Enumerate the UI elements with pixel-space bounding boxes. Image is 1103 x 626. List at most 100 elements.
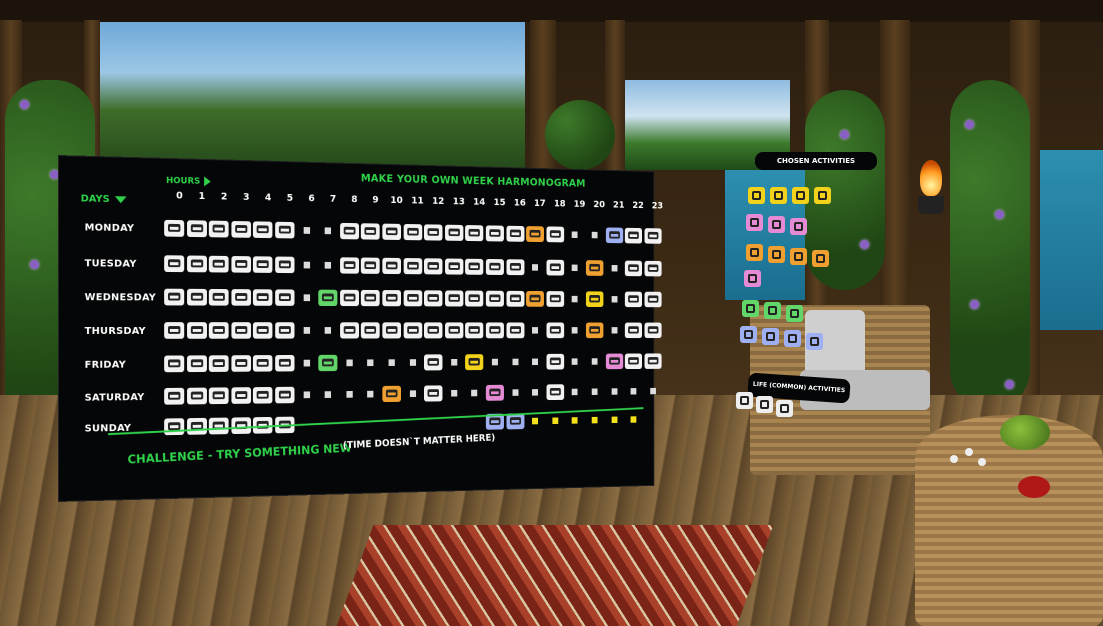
activity-cell[interactable]: [624, 291, 643, 308]
empty-slot[interactable]: [572, 264, 578, 272]
sleep-cell[interactable]: [275, 289, 295, 306]
work-cell[interactable]: [403, 223, 422, 241]
activity-cell[interactable]: [605, 227, 623, 244]
activity-cell[interactable]: [506, 413, 525, 430]
sleep-cell[interactable]: [275, 386, 295, 404]
work-cell[interactable]: [485, 290, 504, 307]
work-cell[interactable]: [546, 322, 564, 339]
work-cell[interactable]: [403, 290, 422, 307]
work-cell[interactable]: [546, 384, 564, 401]
sleep-cell[interactable]: [209, 417, 229, 435]
empty-slot[interactable]: [324, 327, 332, 334]
sleep-cell[interactable]: [186, 417, 207, 435]
chosen-activity-icon[interactable]: [746, 214, 763, 231]
sleep-cell[interactable]: [186, 355, 207, 373]
empty-slot[interactable]: [532, 327, 539, 334]
empty-slot[interactable]: [303, 391, 310, 399]
activity-cell[interactable]: [624, 227, 643, 244]
chosen-activity-icon[interactable]: [762, 328, 779, 345]
sleep-cell[interactable]: [231, 220, 251, 238]
work-cell[interactable]: [424, 258, 443, 275]
work-cell[interactable]: [424, 385, 443, 402]
empty-slot[interactable]: [512, 389, 519, 396]
empty-slot[interactable]: [591, 388, 598, 395]
sleep-cell[interactable]: [231, 289, 251, 306]
chosen-activity-icon[interactable]: [790, 218, 807, 235]
activity-cell[interactable]: [644, 260, 662, 277]
melon[interactable]: [1000, 415, 1050, 450]
life-activity-icon[interactable]: [776, 400, 793, 417]
empty-slot[interactable]: [450, 389, 458, 397]
activity-cell[interactable]: [382, 385, 402, 403]
activity-cell[interactable]: [585, 260, 604, 276]
work-cell[interactable]: [465, 322, 484, 339]
empty-slot[interactable]: [512, 358, 519, 366]
work-cell[interactable]: [485, 225, 504, 242]
empty-slot[interactable]: [471, 389, 478, 397]
empty-slot[interactable]: [346, 359, 353, 367]
sleep-cell[interactable]: [253, 355, 273, 372]
empty-slot[interactable]: [303, 294, 310, 302]
sleep-cell[interactable]: [164, 355, 185, 373]
empty-slot[interactable]: [650, 387, 656, 395]
empty-slot[interactable]: [303, 261, 310, 269]
work-cell[interactable]: [382, 290, 402, 307]
sleep-cell[interactable]: [231, 256, 251, 273]
ping-pong-ball[interactable]: [978, 458, 986, 466]
activity-cell[interactable]: [624, 322, 643, 339]
empty-slot[interactable]: [303, 227, 310, 234]
sleep-cell[interactable]: [209, 355, 229, 372]
work-cell[interactable]: [465, 225, 484, 242]
work-cell[interactable]: [339, 257, 359, 274]
sleep-cell[interactable]: [253, 256, 273, 273]
chosen-activity-icon[interactable]: [748, 187, 765, 204]
chosen-activity-icon[interactable]: [786, 305, 803, 322]
work-cell[interactable]: [361, 223, 381, 240]
sleep-cell[interactable]: [186, 288, 207, 306]
work-cell[interactable]: [465, 290, 484, 307]
sleep-cell[interactable]: [253, 322, 273, 339]
sleep-cell[interactable]: [275, 322, 295, 339]
empty-slot[interactable]: [611, 388, 618, 395]
empty-slot[interactable]: [572, 295, 578, 303]
sleep-cell[interactable]: [164, 219, 185, 237]
work-cell[interactable]: [361, 289, 381, 307]
empty-slot[interactable]: [591, 358, 598, 365]
sleep-cell[interactable]: [253, 386, 273, 404]
empty-slot[interactable]: [630, 388, 637, 395]
sleep-cell[interactable]: [209, 322, 229, 339]
empty-slot[interactable]: [367, 359, 374, 367]
work-cell[interactable]: [546, 353, 564, 370]
empty-slot[interactable]: [572, 388, 578, 396]
chosen-activity-icon[interactable]: [806, 333, 823, 350]
work-cell[interactable]: [506, 225, 525, 242]
sleep-cell[interactable]: [209, 288, 229, 306]
chosen-activity-icon[interactable]: [744, 270, 761, 287]
chosen-activity-icon[interactable]: [770, 187, 787, 204]
work-cell[interactable]: [485, 258, 504, 276]
work-cell[interactable]: [382, 257, 402, 275]
work-cell[interactable]: [506, 259, 525, 276]
empty-slot[interactable]: [611, 296, 618, 303]
empty-slot[interactable]: [532, 389, 539, 396]
empty-slot[interactable]: [591, 416, 598, 424]
work-cell[interactable]: [465, 258, 484, 275]
empty-slot[interactable]: [611, 265, 618, 272]
sleep-cell[interactable]: [209, 387, 229, 405]
sleep-cell[interactable]: [275, 256, 295, 274]
work-cell[interactable]: [361, 257, 381, 274]
work-cell[interactable]: [506, 322, 525, 339]
activity-cell[interactable]: [526, 290, 545, 307]
sleep-cell[interactable]: [186, 220, 207, 238]
activity-cell[interactable]: [644, 228, 662, 244]
empty-slot[interactable]: [572, 327, 578, 334]
activity-cell[interactable]: [318, 289, 338, 307]
work-cell[interactable]: [382, 223, 402, 241]
ping-pong-paddle[interactable]: [1018, 476, 1050, 498]
sleep-cell[interactable]: [231, 355, 251, 372]
empty-slot[interactable]: [532, 264, 539, 271]
sleep-cell[interactable]: [275, 221, 295, 239]
empty-slot[interactable]: [324, 261, 332, 269]
chosen-activity-icon[interactable]: [812, 250, 829, 267]
work-cell[interactable]: [444, 322, 464, 339]
